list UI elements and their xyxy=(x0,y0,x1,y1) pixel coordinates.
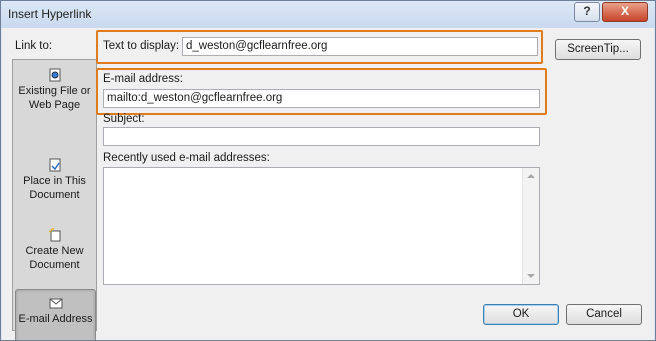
dialog-body: Link to: Existing File or Web Page Place… xyxy=(2,28,654,340)
cancel-button[interactable]: Cancel xyxy=(566,304,642,325)
email-icon xyxy=(49,298,62,309)
scroll-down-arrow-icon[interactable] xyxy=(527,274,535,278)
recent-emails-list[interactable] xyxy=(103,167,540,285)
scroll-up-arrow-icon[interactable] xyxy=(527,174,535,178)
sidebar-item-label: Existing File or xyxy=(18,85,91,97)
new-document-icon xyxy=(48,228,60,242)
title-bar: Insert Hyperlink ? X xyxy=(1,1,655,28)
web-page-icon xyxy=(49,68,60,82)
recent-emails-scrollbar[interactable] xyxy=(522,168,539,284)
sidebar-item-existing-file[interactable]: Existing File or Web Page xyxy=(15,62,94,124)
subject-label: Subject: xyxy=(103,113,145,125)
sidebar-item-label: Place in This xyxy=(23,175,86,187)
sidebar-item-email-address[interactable]: E-mail Address xyxy=(15,289,96,340)
place-in-document-icon xyxy=(49,158,60,172)
recent-emails-label: Recently used e-mail addresses: xyxy=(103,152,270,164)
subject-input[interactable] xyxy=(103,127,540,146)
dialog-title: Insert Hyperlink xyxy=(8,7,92,21)
screentip-button[interactable]: ScreenTip... xyxy=(555,39,641,60)
ok-button[interactable]: OK xyxy=(483,304,559,325)
email-address-highlight xyxy=(96,68,547,115)
help-button[interactable]: ? xyxy=(574,2,600,22)
sidebar-item-label-2: Document xyxy=(29,189,80,201)
link-to-sidebar: Existing File or Web Page Place in This … xyxy=(12,59,97,340)
link-to-label: Link to: xyxy=(15,40,53,52)
sidebar-item-create-new-document[interactable]: Create New Document xyxy=(15,222,94,284)
text-to-display-highlight xyxy=(96,30,543,64)
sidebar-item-label: Create New xyxy=(25,245,84,257)
insert-hyperlink-dialog: Insert Hyperlink ? X Link to: Existing F… xyxy=(0,0,656,341)
sidebar-item-label-2: Web Page xyxy=(28,99,81,111)
sidebar-item-label-2: Document xyxy=(29,259,80,271)
sidebar-item-label: E-mail Address xyxy=(18,313,93,325)
sidebar-item-place-in-document[interactable]: Place in This Document xyxy=(15,152,94,214)
close-button[interactable]: X xyxy=(602,2,648,22)
